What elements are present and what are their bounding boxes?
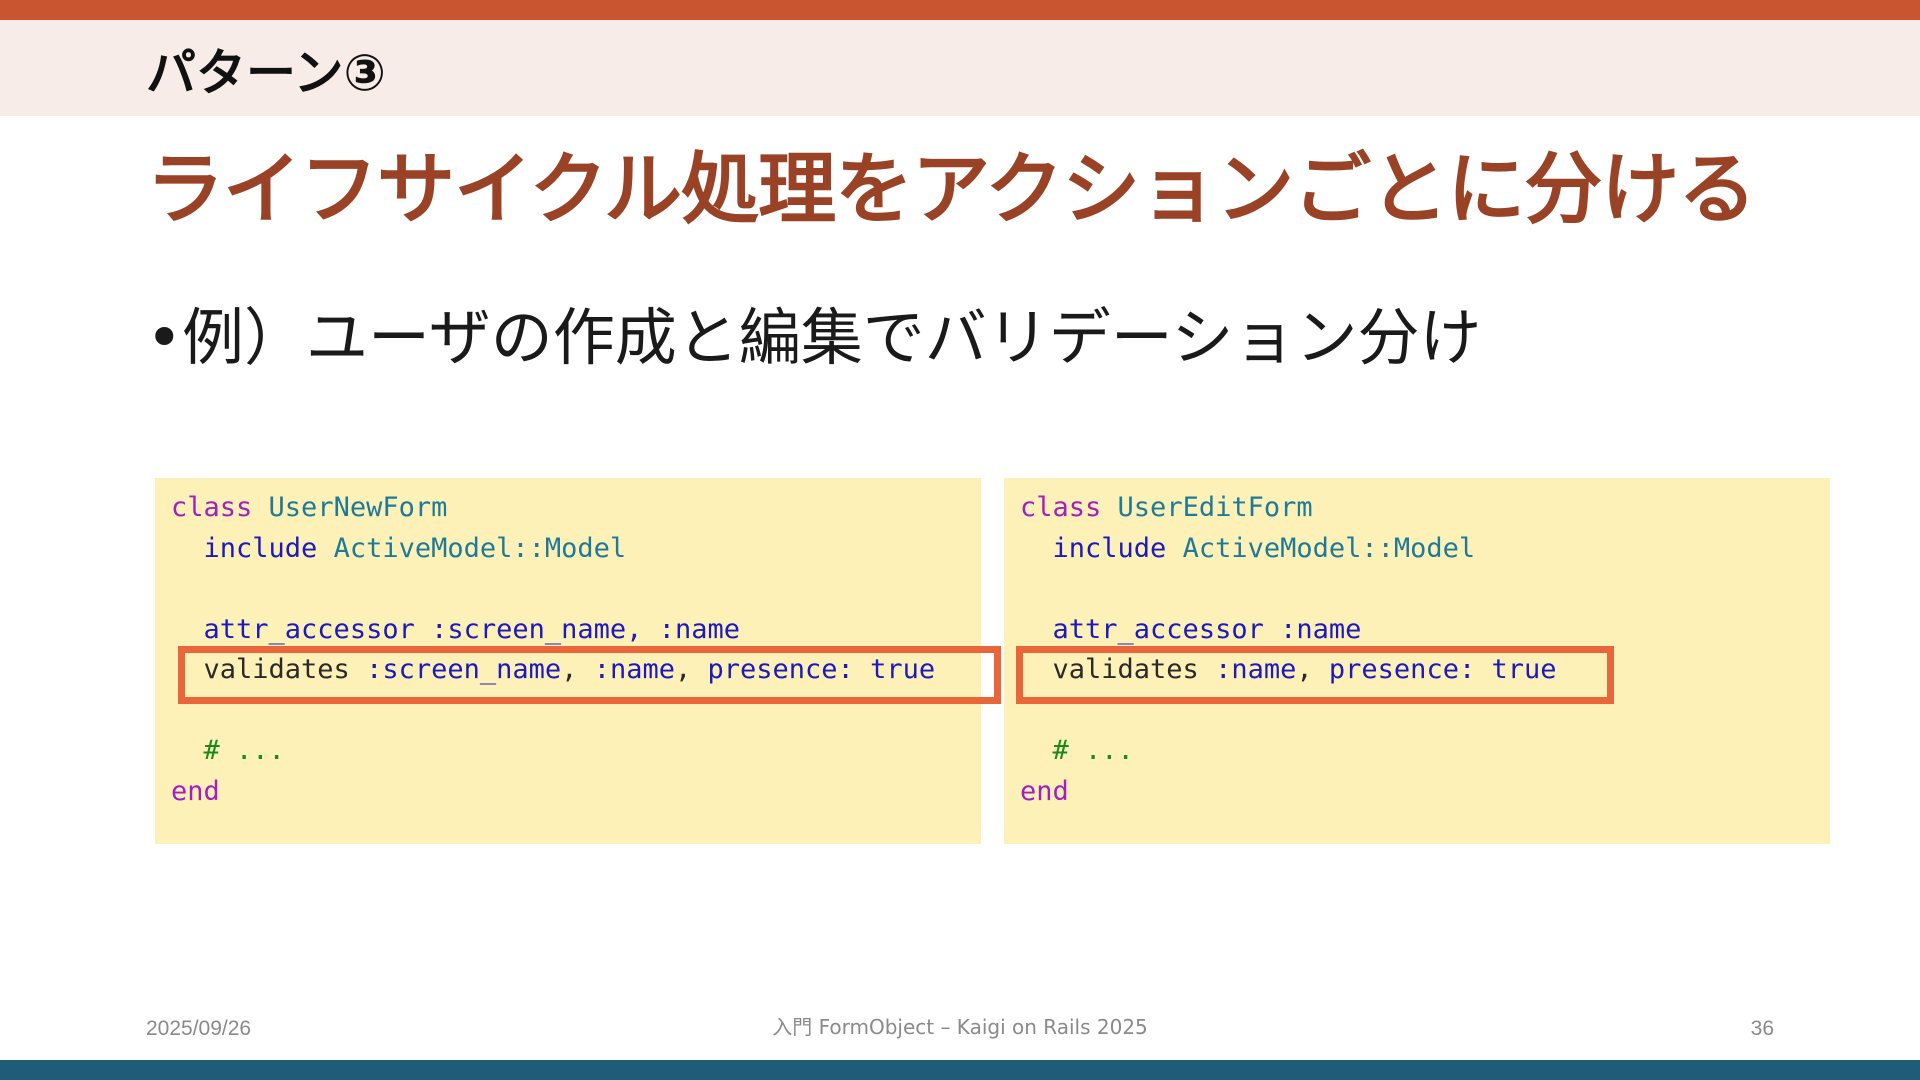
page-number: 36 <box>1750 1017 1774 1040</box>
code-line: end <box>1020 772 1830 813</box>
bullet-text: 例）ユーザの作成と編集でバリデーション分け <box>182 301 1482 374</box>
code-class-name: UserNewForm <box>268 492 448 523</box>
highlight-box-right <box>1016 646 1614 704</box>
code-line: # ... <box>171 731 981 772</box>
code-line: include ActiveModel::Model <box>171 529 981 570</box>
code-keyword: class <box>171 492 253 523</box>
code-class-name: UserEditForm <box>1117 492 1313 523</box>
code-comment: # ... <box>203 735 285 766</box>
code-method: attr_accessor <box>1052 613 1264 645</box>
code-args: :name <box>1280 613 1362 645</box>
code-line: attr_accessor :screen_name, :name <box>171 610 981 651</box>
code-method: attr_accessor <box>203 613 415 645</box>
code-line: class UserNewForm <box>171 488 981 529</box>
code-line: include ActiveModel::Model <box>1020 529 1830 570</box>
code-line: attr_accessor :name <box>1020 610 1830 651</box>
code-keyword: include <box>203 532 318 564</box>
code-args: :screen_name, :name <box>431 613 740 645</box>
code-keyword: end <box>1020 775 1069 807</box>
code-keyword: class <box>1020 492 1102 523</box>
footer-title: 入門 FormObject – Kaigi on Rails 2025 <box>772 1015 1148 1039</box>
bottom-accent-bar <box>0 1060 1920 1080</box>
section-label: パターン③ <box>146 44 386 102</box>
code-line: # ... <box>1020 731 1830 772</box>
highlight-box-left <box>178 646 1001 704</box>
code-comment: # ... <box>1052 735 1134 766</box>
code-module: ActiveModel::Model <box>333 532 627 564</box>
bullet-dot-icon: • <box>146 301 183 374</box>
footer-date: 2025/09/26 <box>146 1017 252 1040</box>
code-keyword: end <box>171 775 220 807</box>
code-keyword: include <box>1052 532 1167 564</box>
code-line: class UserEditForm <box>1020 488 1830 529</box>
code-line: end <box>171 772 981 813</box>
code-module: ActiveModel::Model <box>1182 532 1476 564</box>
slide-title: ライフサイクル処理をアクションごとに分ける <box>146 145 1756 235</box>
bullet-item: •例）ユーザの作成と編集でバリデーション分け <box>146 298 1482 378</box>
top-accent-bar <box>0 0 1920 20</box>
